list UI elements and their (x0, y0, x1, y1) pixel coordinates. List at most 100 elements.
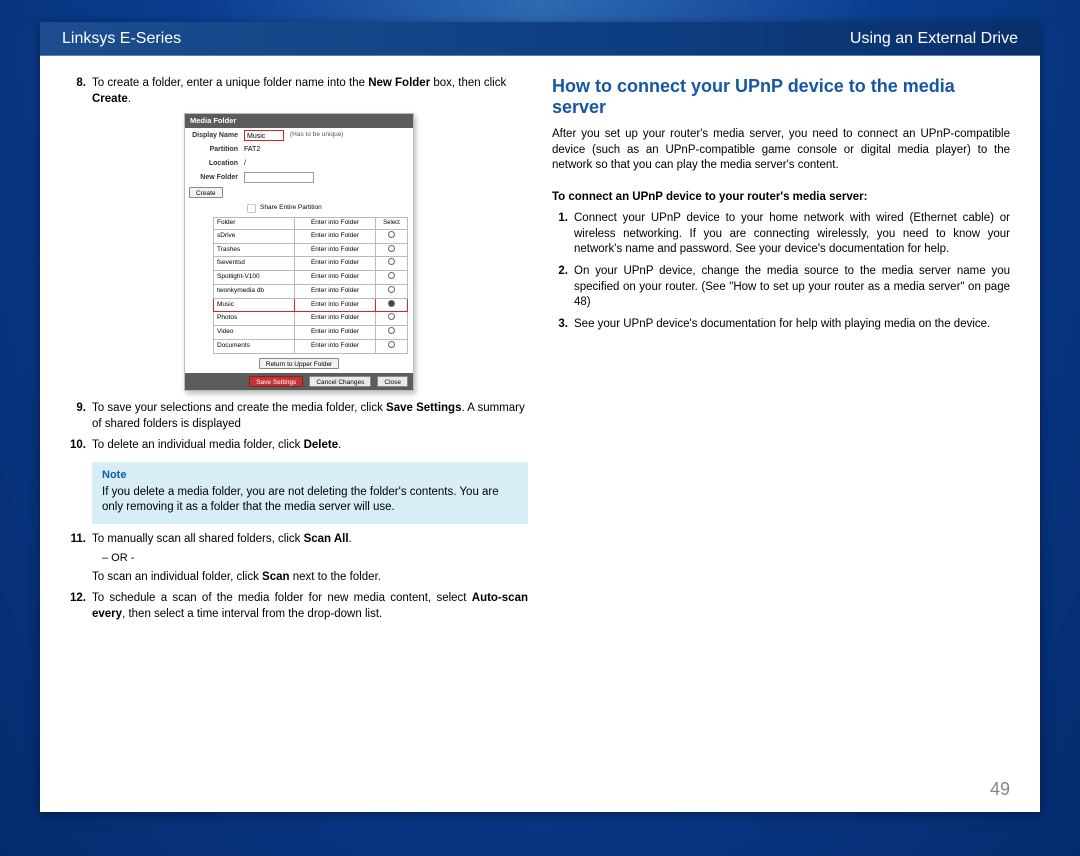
step-text: To create a folder, enter a unique folde… (92, 76, 528, 107)
right-step: 1.Connect your UPnP device to your home … (552, 211, 1010, 258)
ms-folder-row: MusicEnter into Folder (214, 298, 408, 312)
or-text: – OR - (102, 551, 528, 566)
note-box: Note If you delete a media folder, you a… (92, 462, 528, 524)
ms-folder-row: TrashesEnter into Folder (214, 243, 408, 257)
ms-location-label: Location (189, 159, 244, 168)
ms-folder-row: sDriveEnter into Folder (214, 229, 408, 243)
ms-return-row: Return to Upper Folder (185, 354, 413, 373)
ms-folder-select[interactable] (376, 339, 408, 353)
ms-share-checkbox[interactable] (247, 204, 255, 212)
ms-folder-select[interactable]: Select (376, 218, 408, 230)
step-num: 2. (552, 264, 574, 311)
manual-page: Linksys E-Series Using an External Drive… (40, 22, 1040, 812)
ms-folder-action[interactable]: Enter into Folder (295, 298, 376, 312)
ms-title: Media Folder (185, 114, 413, 128)
ms-folder-action[interactable]: Enter into Folder (295, 284, 376, 298)
header-section: Using an External Drive (850, 30, 1018, 48)
step-num: 8. (70, 76, 92, 107)
ms-return-button[interactable]: Return to Upper Folder (259, 358, 339, 369)
step-text: To manually scan all shared folders, cli… (92, 532, 528, 586)
ms-folder-action[interactable]: Enter into Folder (295, 257, 376, 271)
page-header: Linksys E-Series Using an External Drive (40, 22, 1040, 56)
ms-folder-select[interactable] (376, 284, 408, 298)
ms-save-button[interactable]: Save Settings (249, 376, 303, 387)
step-text: To delete an individual media folder, cl… (92, 438, 528, 454)
ms-display-row: Display Name Music (Has to be unique) (185, 128, 413, 143)
ms-folder-name: Trashes (214, 243, 295, 257)
ms-display-label: Display Name (189, 131, 244, 140)
ms-folder-select[interactable] (376, 257, 408, 271)
ms-folder-name: Video (214, 326, 295, 340)
ms-folder-action[interactable]: Enter into Folder (295, 312, 376, 326)
step-num: 9. (70, 401, 92, 432)
step-text: To save your selections and create the m… (92, 401, 528, 432)
ms-close-button[interactable]: Close (377, 376, 408, 387)
ms-location-val: / (244, 159, 409, 168)
content-area: 8. To create a folder, enter a unique fo… (40, 56, 1040, 776)
step-num: 11. (70, 532, 92, 586)
step-8: 8. To create a folder, enter a unique fo… (70, 76, 528, 107)
page-number: 49 (990, 779, 1010, 800)
ms-newfolder-input[interactable] (244, 172, 314, 183)
sub-heading: To connect an UPnP device to your router… (552, 190, 1010, 206)
ms-folder-row: FolderEnter into FolderSelect (214, 218, 408, 230)
step-text: Connect your UPnP device to your home ne… (574, 211, 1010, 258)
ms-partition-row: Partition FAT2 (185, 143, 413, 156)
ms-folder-row: fseventsdEnter into Folder (214, 257, 408, 271)
step-text: To schedule a scan of the media folder f… (92, 591, 528, 622)
ms-folder-select[interactable] (376, 229, 408, 243)
ms-folder-name: Music (214, 298, 295, 312)
ms-partition-label: Partition (189, 145, 244, 154)
note-body: If you delete a media folder, you are no… (102, 485, 518, 516)
ms-folder-action[interactable]: Enter into Folder (295, 326, 376, 340)
step-text: See your UPnP device's documentation for… (574, 317, 1010, 333)
ms-folder-select[interactable] (376, 298, 408, 312)
ms-partition-val: FAT2 (244, 145, 409, 154)
ms-newfolder-row: New Folder (185, 170, 413, 185)
ms-folder-select[interactable] (376, 243, 408, 257)
ms-folder-select[interactable] (376, 312, 408, 326)
right-column: How to connect your UPnP device to the m… (552, 76, 1010, 776)
ms-folder-action[interactable]: Enter into Folder (295, 271, 376, 285)
ms-folder-name: fseventsd (214, 257, 295, 271)
ms-create-button[interactable]: Create (189, 187, 223, 198)
media-folder-screenshot: Media Folder Display Name Music (Has to … (184, 113, 414, 391)
ms-folder-row: DocumentsEnter into Folder (214, 339, 408, 353)
ms-display-input[interactable]: Music (244, 130, 284, 141)
ms-folder-action[interactable]: Enter into Folder (295, 229, 376, 243)
right-step: 2.On your UPnP device, change the media … (552, 264, 1010, 311)
section-heading: How to connect your UPnP device to the m… (552, 76, 1010, 117)
step-11: 11. To manually scan all shared folders,… (70, 532, 528, 586)
ms-folder-table: FolderEnter into FolderSelectsDriveEnter… (213, 217, 408, 354)
step-10: 10. To delete an individual media folder… (70, 438, 528, 454)
scan-individual: To scan an individual folder, click Scan… (92, 570, 528, 586)
ms-share-row: Share Entire Partition (185, 200, 413, 217)
right-step: 3.See your UPnP device's documentation f… (552, 317, 1010, 333)
ms-folder-row: VideoEnter into Folder (214, 326, 408, 340)
ms-folder-action[interactable]: Enter into Folder (295, 339, 376, 353)
ms-folder-row: Spotlight-V100Enter into Folder (214, 271, 408, 285)
ms-folder-select[interactable] (376, 326, 408, 340)
step-9: 9. To save your selections and create th… (70, 401, 528, 432)
ms-folder-name: Folder (214, 218, 295, 230)
ms-folder-action[interactable]: Enter into Folder (295, 243, 376, 257)
step-num: 1. (552, 211, 574, 258)
note-title: Note (102, 468, 518, 483)
ms-folder-name: Documents (214, 339, 295, 353)
step-text: On your UPnP device, change the media so… (574, 264, 1010, 311)
step-num: 10. (70, 438, 92, 454)
ms-folder-name: Spotlight-V100 (214, 271, 295, 285)
ms-create-row: Create (185, 185, 413, 200)
ms-footer: Save Settings Cancel Changes Close (185, 373, 413, 390)
step-12: 12. To schedule a scan of the media fold… (70, 591, 528, 622)
step-num: 3. (552, 317, 574, 333)
ms-folder-select[interactable] (376, 271, 408, 285)
header-product: Linksys E-Series (62, 30, 181, 48)
ms-display-hint: (Has to be unique) (290, 131, 343, 140)
ms-folder-name: twonkymedia db (214, 284, 295, 298)
ms-folder-action[interactable]: Enter into Folder (295, 218, 376, 230)
ms-cancel-button[interactable]: Cancel Changes (309, 376, 371, 387)
left-column: 8. To create a folder, enter a unique fo… (70, 76, 528, 776)
ms-share-label: Share Entire Partition (260, 204, 322, 213)
step-num: 12. (70, 591, 92, 622)
